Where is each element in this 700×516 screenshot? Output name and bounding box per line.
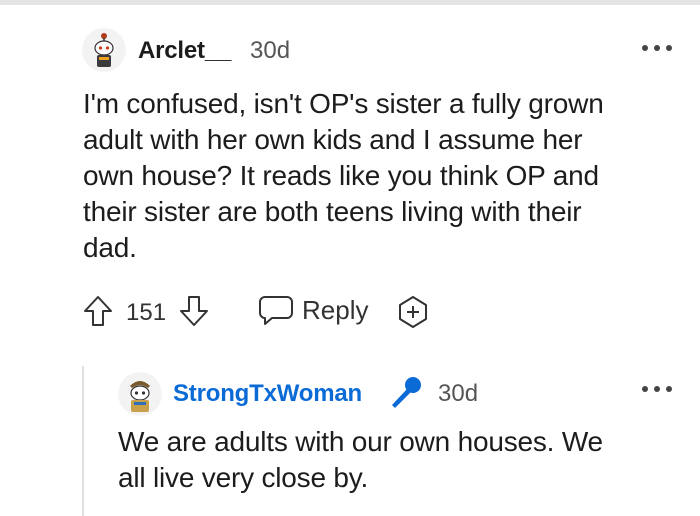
more-options-icon[interactable] (642, 384, 672, 394)
downvote-button[interactable] (178, 294, 210, 328)
reply-body: We are adults with our own houses. We al… (118, 426, 603, 493)
vote-count: 151 (126, 299, 167, 326)
microphone-icon (385, 374, 425, 414)
arrow-down-icon (180, 296, 208, 326)
more-options-icon[interactable] (642, 43, 672, 53)
upvote-button[interactable] (82, 294, 114, 328)
comment-username[interactable]: Arclet__ (138, 37, 231, 65)
reply-username[interactable]: StrongTxWoman (173, 380, 362, 408)
comment-timestamp: 30d (250, 37, 291, 64)
plus-award-icon (399, 296, 427, 328)
top-divider (0, 0, 700, 5)
award-button[interactable] (396, 295, 430, 329)
reply-avatar[interactable] (118, 372, 162, 416)
comment-body: I'm confused, isn't OP's sister a fully … (83, 88, 604, 263)
reply-label: Reply (302, 294, 369, 325)
avatar[interactable] (82, 28, 126, 72)
arrow-up-icon (84, 296, 112, 326)
speech-bubble-icon (259, 296, 293, 325)
thread-line[interactable] (82, 366, 84, 516)
reply-button[interactable]: Reply (258, 293, 368, 327)
reply-timestamp: 30d (438, 380, 479, 407)
